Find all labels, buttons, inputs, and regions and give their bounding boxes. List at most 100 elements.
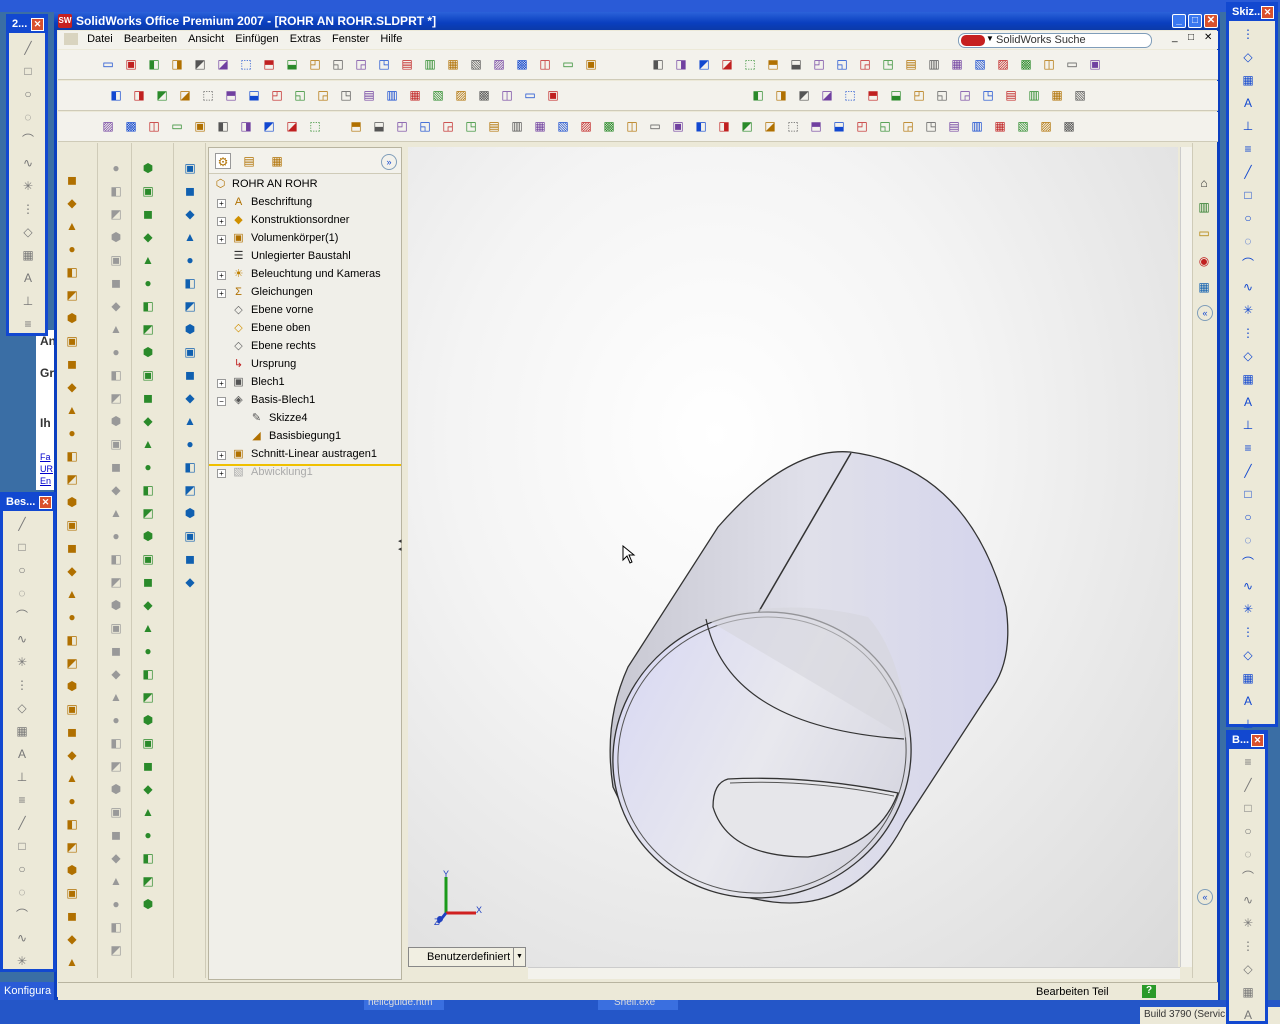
feature-command-icon[interactable]: ◧ (64, 816, 80, 832)
feature-command-icon[interactable]: ▣ (108, 804, 124, 820)
floating-tool-icon[interactable]: ⊥ (14, 769, 30, 785)
toolbar-tool-icon[interactable]: ◱ (934, 87, 950, 103)
floating-tool-icon[interactable]: ⋮ (1240, 325, 1256, 341)
menu-datei[interactable]: Datei (83, 31, 117, 47)
feature-command-icon[interactable]: ◆ (182, 206, 198, 222)
toolbar-tool-icon[interactable]: ◩ (192, 56, 208, 72)
feature-command-icon[interactable]: ● (108, 344, 124, 360)
feature-command-icon[interactable]: ⬢ (64, 678, 80, 694)
toolbar-tool-icon[interactable]: ▩ (476, 87, 492, 103)
expand-toggle-icon[interactable]: + (217, 289, 226, 298)
tube-model[interactable] (408, 147, 1178, 967)
feature-command-icon[interactable]: ◆ (140, 229, 156, 245)
floating-annotation-title[interactable]: Bes... ✕ (3, 495, 53, 511)
toolbar-tool-icon[interactable]: ▧ (1072, 87, 1088, 103)
feature-command-icon[interactable]: ▲ (108, 873, 124, 889)
toolbar-tool-icon[interactable]: ▦ (1049, 87, 1065, 103)
toolbar-tool-icon[interactable]: ▣ (545, 87, 561, 103)
feature-command-icon[interactable]: ▣ (108, 436, 124, 452)
feature-command-icon[interactable]: ▣ (182, 528, 198, 544)
feature-command-icon[interactable]: ▣ (140, 735, 156, 751)
toolbar-tool-icon[interactable]: ◫ (146, 118, 162, 134)
feature-command-icon[interactable]: ◼ (108, 643, 124, 659)
menu-einfuegen[interactable]: Einfügen (231, 31, 282, 47)
toolbar-tool-icon[interactable]: ◨ (673, 56, 689, 72)
library-icon[interactable]: ▥ (1196, 199, 1212, 215)
floating-tool-icon[interactable]: ╱ (1240, 777, 1256, 793)
feature-command-icon[interactable]: ◩ (140, 689, 156, 705)
toolbar-tool-icon[interactable]: ◨ (773, 87, 789, 103)
doc-minimize-button[interactable]: _ (1172, 32, 1178, 43)
floating-tool-icon[interactable]: ⌒ (1240, 555, 1256, 571)
toolbar-tool-icon[interactable]: ▤ (361, 87, 377, 103)
floating-tool-icon[interactable]: A (20, 270, 36, 286)
feature-command-icon[interactable]: ◼ (64, 724, 80, 740)
feature-command-icon[interactable]: ◆ (64, 747, 80, 763)
toolbar-tool-icon[interactable]: ▨ (100, 118, 116, 134)
floating-tool-icon[interactable]: ∿ (20, 155, 36, 171)
feature-command-icon[interactable]: ◧ (108, 183, 124, 199)
feature-command-icon[interactable]: ◧ (140, 298, 156, 314)
toolbar-tool-icon[interactable]: ◩ (739, 118, 755, 134)
feature-command-icon[interactable]: ◩ (64, 839, 80, 855)
toolbar-tool-icon[interactable]: ◧ (650, 56, 666, 72)
floating-tool-icon[interactable]: ∿ (14, 631, 30, 647)
toolbar-tool-icon[interactable]: ▣ (123, 56, 139, 72)
bg-link-ur[interactable]: UR (40, 464, 53, 474)
floating-tool-icon[interactable]: ▦ (1240, 984, 1256, 1000)
floating-tool-icon[interactable]: ≡ (1240, 440, 1256, 456)
floating-tool-icon[interactable]: ⌒ (1240, 869, 1256, 885)
feature-command-icon[interactable]: ◩ (64, 287, 80, 303)
feature-command-icon[interactable]: ◆ (64, 931, 80, 947)
floating-tool-icon[interactable]: ⌒ (20, 132, 36, 148)
feature-command-icon[interactable]: ▣ (140, 183, 156, 199)
toolbar-tool-icon[interactable]: ▦ (407, 87, 423, 103)
floating-tool-icon[interactable]: □ (1240, 187, 1256, 203)
floating-tool-icon[interactable]: A (1240, 693, 1256, 709)
toolbar-tool-icon[interactable]: ◪ (177, 87, 193, 103)
toolbar-tool-icon[interactable]: ⬚ (785, 118, 801, 134)
floating-sketch-close-button[interactable]: ✕ (1261, 6, 1274, 19)
toolbar-tool-icon[interactable]: ◰ (394, 118, 410, 134)
feature-command-icon[interactable]: ⬢ (140, 528, 156, 544)
floating-tool-icon[interactable]: ∿ (1240, 578, 1256, 594)
feature-command-icon[interactable]: ◧ (108, 551, 124, 567)
feature-command-icon[interactable]: ▲ (140, 436, 156, 452)
floating-tool-icon[interactable]: A (1240, 394, 1256, 410)
feature-command-icon[interactable]: ◩ (140, 873, 156, 889)
floating-tool-icon[interactable]: ○ (14, 562, 30, 578)
feature-command-icon[interactable]: ▲ (64, 586, 80, 602)
feature-command-icon[interactable]: ⬢ (64, 310, 80, 326)
toolbar-tool-icon[interactable]: ◫ (624, 118, 640, 134)
feature-command-icon[interactable]: ◼ (64, 908, 80, 924)
toolbar-tool-icon[interactable]: ◩ (696, 56, 712, 72)
toolbar-tool-icon[interactable]: ⬚ (842, 87, 858, 103)
toolbar-tool-icon[interactable]: ▦ (949, 56, 965, 72)
feature-command-icon[interactable]: ⬢ (64, 862, 80, 878)
floating-tool-icon[interactable]: A (1240, 1007, 1256, 1023)
feature-command-icon[interactable]: ● (182, 436, 198, 452)
feature-command-icon[interactable]: ▣ (64, 333, 80, 349)
toolbar-tool-icon[interactable]: ⬒ (223, 87, 239, 103)
feature-command-icon[interactable]: ◩ (108, 574, 124, 590)
feature-command-icon[interactable]: ▣ (64, 701, 80, 717)
floating-tool-icon[interactable]: ∿ (14, 930, 30, 946)
toolbar-tool-icon[interactable]: ⬓ (788, 56, 804, 72)
feature-command-icon[interactable]: ◼ (64, 540, 80, 556)
floating-tool-icon[interactable]: ◇ (1240, 348, 1256, 364)
floating-tool-icon[interactable]: ○ (14, 861, 30, 877)
floating-tool-icon[interactable]: ○ (20, 86, 36, 102)
floating-tool-icon[interactable]: ▦ (1240, 670, 1256, 686)
toolbar-tool-icon[interactable]: ▩ (514, 56, 530, 72)
feature-command-icon[interactable]: ◧ (64, 632, 80, 648)
floating-tool-icon[interactable]: ⋮ (1240, 938, 1256, 954)
feature-command-icon[interactable]: ● (64, 609, 80, 625)
toolbar-tool-icon[interactable]: ◪ (819, 87, 835, 103)
feature-command-icon[interactable]: ◆ (182, 574, 198, 590)
toolbar-tool-icon[interactable]: ⬚ (742, 56, 758, 72)
floating-tool-icon[interactable]: ≡ (1240, 141, 1256, 157)
toolbar-tool-icon[interactable]: ⬒ (348, 118, 364, 134)
feature-command-icon[interactable]: ◼ (182, 183, 198, 199)
feature-command-icon[interactable]: ▲ (64, 954, 80, 970)
toolbar-tool-icon[interactable]: ◧ (693, 118, 709, 134)
